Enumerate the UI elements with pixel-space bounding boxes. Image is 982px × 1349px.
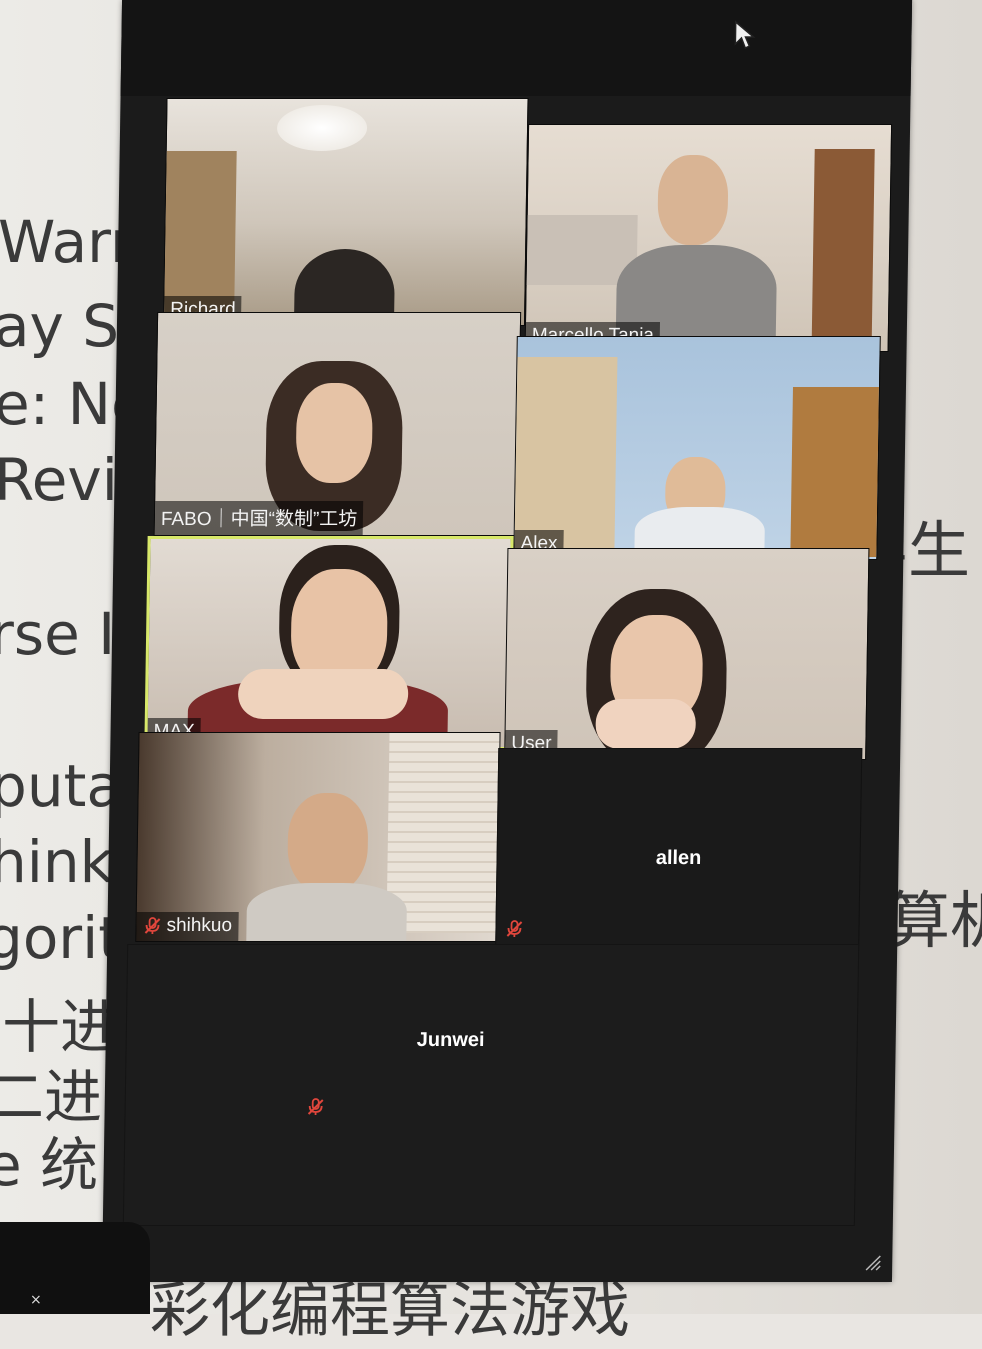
video-tile[interactable]: FABO｜中国“数制”工坊: [153, 312, 522, 536]
participant-video: [657, 155, 729, 245]
participant-name: shihkuo: [166, 915, 233, 936]
participant-video: [287, 793, 369, 893]
close-icon[interactable]: ×: [30, 1292, 42, 1308]
video-tile[interactable]: Marcello Tania: [524, 124, 893, 352]
device-corner: ×: [0, 1222, 150, 1314]
slide-text: gorit: [0, 904, 122, 972]
muted-mic-icon: [307, 1098, 324, 1115]
participant-hands: [595, 699, 697, 749]
participant-arm: [237, 669, 409, 719]
participant-name: FABO｜中国“数制”工坊: [160, 509, 358, 530]
slide-text: hink: [0, 828, 114, 896]
window-top-bar: [120, 0, 913, 96]
cursor-icon: [734, 20, 756, 50]
participant-name-tag: FABO｜中国“数制”工坊: [154, 501, 364, 535]
ceiling-light: [276, 105, 368, 151]
muted-mic-icon: [506, 920, 523, 937]
participant-name: allen: [655, 847, 702, 869]
resize-handle-icon[interactable]: [862, 1252, 882, 1272]
cabinet: [790, 387, 879, 557]
video-tile[interactable]: Richard: [162, 98, 529, 326]
video-tile-camera-off[interactable]: allen: [495, 748, 863, 946]
participant-body: [246, 883, 408, 942]
video-tile[interactable]: Alex: [513, 336, 881, 560]
video-tile-camera-off-large[interactable]: Junwei: [122, 944, 860, 1226]
wardrobe: [514, 357, 618, 557]
meeting-window: Richard Marcello Tania FABO｜中国“数制”工坊 Ale…: [101, 0, 913, 1282]
door: [811, 149, 875, 349]
video-tile[interactable]: User: [504, 548, 870, 760]
participant-name-tag: shihkuo: [136, 912, 239, 941]
slide-text: e 统: [0, 1131, 99, 1199]
participant-face: [295, 383, 374, 483]
participant-name: Junwei: [416, 1029, 485, 1051]
video-tile[interactable]: shihkuo: [135, 732, 501, 942]
video-tile-active-speaker[interactable]: MAX: [144, 536, 514, 750]
muted-mic-icon: [144, 917, 161, 934]
